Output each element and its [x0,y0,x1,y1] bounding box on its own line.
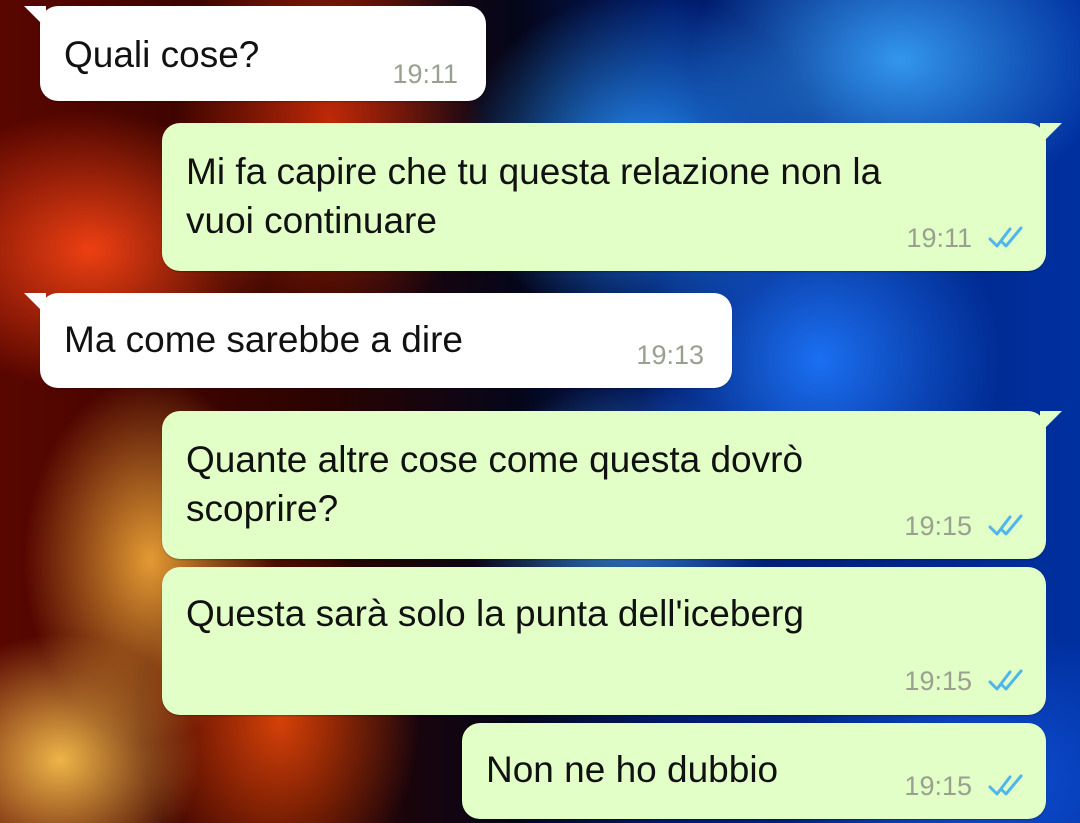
message-bubble-outgoing[interactable]: Questa sarà solo la punta dell'iceberg 1… [162,567,1046,715]
bubble-tail [24,6,46,28]
message-text: Questa sarà solo la punta dell'iceberg [186,593,804,634]
double-check-icon [988,774,1023,796]
message-time: 19:15 [904,771,972,801]
bubble-tail [1040,123,1062,145]
bubble-tail [24,293,46,315]
message-time: 19:15 [904,666,972,696]
message-bubble-outgoing[interactable]: Non ne ho dubbio 19:15 [462,723,1046,819]
message-bubble-outgoing[interactable]: Mi fa capire che tu questa relazione non… [162,123,1062,271]
bubble-tail [1040,411,1062,433]
double-check-icon [988,669,1023,691]
message-text: Non ne ho dubbio [486,749,779,790]
message-time: 19:13 [636,340,704,370]
message-bubble-outgoing[interactable]: Quante altre cose come questa dovrò scop… [162,411,1062,559]
message-text: Quante altre cose come questa dovrò scop… [186,439,804,529]
double-check-icon [988,226,1023,248]
message-bubble-incoming[interactable]: Ma come sarebbe a dire 19:13 [24,293,732,388]
message-text: Ma come sarebbe a dire [64,319,463,360]
message-time: 19:15 [904,511,972,541]
message-time: 19:11 [906,223,972,253]
message-text: Quali cose? [64,34,260,75]
message-time: 19:11 [392,59,458,89]
double-check-icon [988,514,1023,536]
message-bubble-incoming[interactable]: Quali cose? 19:11 [24,6,486,101]
message-text: Mi fa capire che tu questa relazione non… [186,151,882,241]
